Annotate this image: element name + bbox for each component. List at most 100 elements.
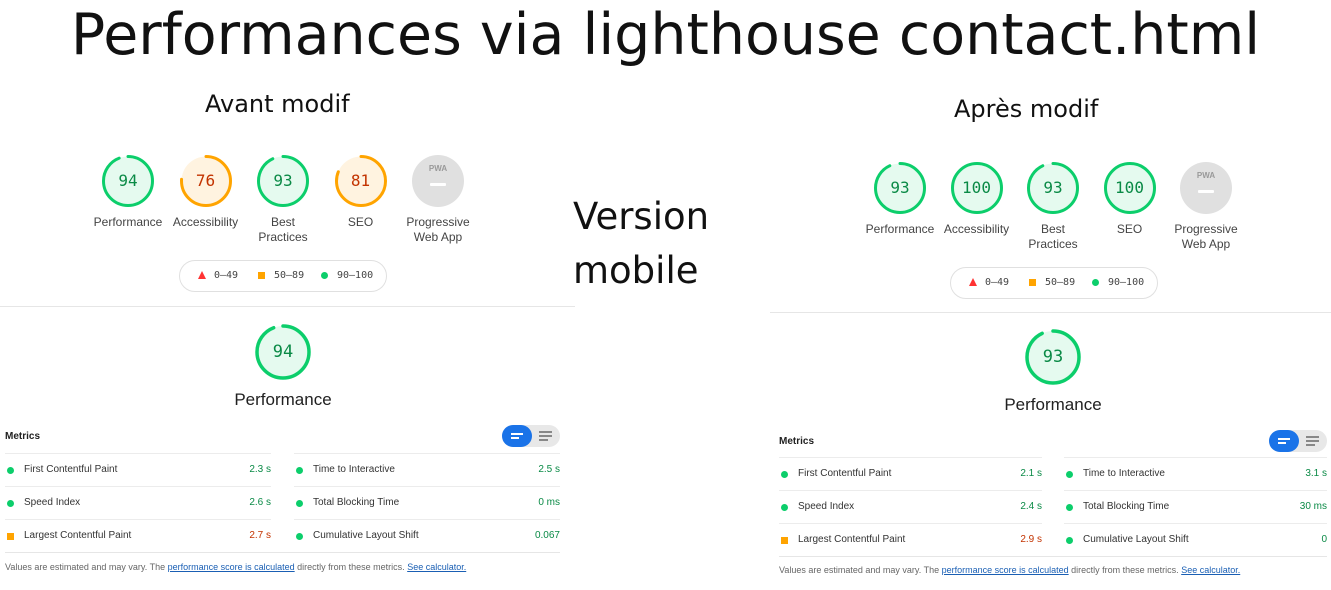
gauge-label-best-practices: Best Practices: [258, 215, 308, 244]
see-calculator-link[interactable]: See calculator.: [407, 562, 466, 572]
after-panel-label: Après modif: [954, 95, 1099, 123]
metrics-view-toggle[interactable]: [1269, 430, 1327, 452]
metric-name: First Contentful Paint: [798, 468, 892, 479]
section-divider: [0, 306, 575, 307]
metric-row-time-to-interactive: Time to Interactive 2.5 s: [294, 453, 560, 487]
fail-triangle-icon: [198, 271, 206, 279]
gauge-label-progressive-web-app: Progressive Web App: [406, 215, 470, 244]
metric-name: Largest Contentful Paint: [24, 530, 132, 541]
performance-section-title: Performance: [234, 390, 332, 409]
compact-view-icon[interactable]: [502, 425, 532, 447]
pass-circle-icon: [296, 467, 303, 474]
metric-row-first-contentful-paint: First Contentful Paint 2.1 s: [779, 457, 1042, 491]
average-square-icon: [7, 533, 14, 540]
average-square-icon: [258, 272, 265, 279]
gauge-label-best-practices: Best Practices: [1028, 222, 1078, 251]
pwa-icon-text: PWA: [1196, 171, 1216, 180]
compact-view-icon[interactable]: [1269, 430, 1299, 452]
gauge-seo[interactable]: 81: [333, 153, 389, 209]
gauge-label-progressive-web-app: Progressive Web App: [1174, 222, 1238, 251]
metric-row-speed-index: Speed Index 2.4 s: [779, 490, 1042, 524]
section-divider: [770, 312, 1331, 313]
gauge-seo[interactable]: 100: [1102, 160, 1158, 216]
legend-fail-range: 0–49: [214, 270, 239, 281]
gauge-label-seo: SEO: [1116, 222, 1143, 236]
gauge-score: 76: [195, 171, 216, 190]
pwa-badge-icon[interactable]: PWA: [1180, 162, 1232, 214]
metric-value: 2.5 s: [538, 464, 560, 475]
pass-circle-icon: [296, 500, 303, 507]
average-square-icon: [1029, 279, 1036, 286]
performance-section-title: Performance: [1004, 395, 1102, 414]
metric-row-cumulative-layout-shift: Cumulative Layout Shift 0: [1064, 523, 1327, 557]
metric-name: Total Blocking Time: [1083, 501, 1170, 512]
pwa-badge-icon[interactable]: PWA: [412, 155, 464, 207]
line-icon: [511, 433, 523, 435]
metric-value: 0 ms: [538, 497, 560, 508]
after-panel: Après modif 93 Performance 100 Accessibili…: [770, 0, 1331, 590]
metric-row-first-contentful-paint: First Contentful Paint 2.3 s: [5, 453, 271, 487]
gauge-best-practices[interactable]: 93: [255, 153, 311, 209]
score-legend: 0–49 50–89 90–100: [179, 260, 387, 292]
metric-value: 2.1 s: [1020, 468, 1042, 479]
gauge-label-seo: SEO: [347, 215, 374, 229]
performance-big-score: 93: [1042, 347, 1064, 367]
line-icon: [511, 437, 519, 439]
pass-circle-icon: [1066, 537, 1073, 544]
gauge-score: 93: [273, 171, 293, 190]
pass-circle-icon: [1092, 279, 1099, 286]
gauge-performance[interactable]: 94: [100, 153, 156, 209]
metrics-bottom-divider: [5, 552, 560, 553]
pass-circle-icon: [321, 272, 328, 279]
gauge-accessibility[interactable]: 76: [178, 153, 234, 209]
metric-row-cumulative-layout-shift: Cumulative Layout Shift 0.067: [294, 519, 560, 553]
metric-name: Speed Index: [798, 501, 855, 512]
line-icon: [1278, 442, 1286, 444]
pwa-icon-text: PWA: [428, 164, 448, 173]
metric-row-total-blocking-time: Total Blocking Time 30 ms: [1064, 490, 1327, 524]
note-prefix: Values are estimated and may vary. The: [5, 562, 168, 572]
gauge-score: 100: [962, 178, 991, 197]
metrics-view-toggle[interactable]: [502, 425, 560, 447]
legend-pass-range: 90–100: [1108, 277, 1145, 288]
gauge-best-practices[interactable]: 93: [1025, 160, 1081, 216]
gauge-accessibility[interactable]: 100: [949, 160, 1005, 216]
gauge-label-accessibility: Accessibility: [943, 222, 1010, 236]
metric-value: 2.6 s: [249, 497, 271, 508]
metric-name: First Contentful Paint: [24, 464, 118, 475]
version-label-line-1: Version: [573, 195, 710, 238]
pwa-dash-icon: [430, 183, 446, 186]
score-legend: 0–49 50–89 90–100: [950, 267, 1158, 299]
average-square-icon: [781, 537, 788, 544]
line-icon: [1306, 444, 1315, 446]
metric-row-total-blocking-time: Total Blocking Time 0 ms: [294, 486, 560, 520]
metric-value: 0: [1321, 534, 1327, 545]
performance-big-gauge: 93: [1023, 327, 1083, 387]
metric-value: 2.4 s: [1020, 501, 1042, 512]
metric-row-speed-index: Speed Index 2.6 s: [5, 486, 271, 520]
gauge-score: 94: [118, 171, 138, 190]
gauge-score: 93: [890, 178, 910, 197]
pass-circle-icon: [7, 467, 14, 474]
estimation-note: Values are estimated and may vary. The p…: [5, 562, 466, 572]
legend-average-range: 50–89: [1045, 277, 1076, 288]
version-label: Version mobile: [573, 190, 709, 298]
gauge-performance[interactable]: 93: [872, 160, 928, 216]
see-calculator-link[interactable]: See calculator.: [1181, 565, 1240, 575]
legend-pass-range: 90–100: [337, 270, 374, 281]
line-icon: [539, 431, 552, 433]
metric-value: 3.1 s: [1305, 468, 1327, 479]
fail-triangle-icon: [969, 278, 977, 286]
metric-value: 30 ms: [1299, 501, 1327, 512]
performance-big-gauge: 94: [253, 322, 313, 382]
metric-name: Time to Interactive: [313, 464, 395, 475]
score-calculation-link[interactable]: performance score is calculated: [942, 565, 1069, 575]
metric-row-largest-contentful-paint: Largest Contentful Paint 2.7 s: [5, 519, 271, 553]
metric-name: Speed Index: [24, 497, 81, 508]
metric-row-largest-contentful-paint: Largest Contentful Paint 2.9 s: [779, 523, 1042, 557]
gauge-score: 100: [1115, 178, 1144, 197]
metrics-bottom-divider: [779, 556, 1327, 557]
before-panel: Avant modif 94 Performance 76 Accessibilit…: [0, 0, 575, 590]
performance-big-score: 94: [272, 342, 294, 362]
score-calculation-link[interactable]: performance score is calculated: [168, 562, 295, 572]
